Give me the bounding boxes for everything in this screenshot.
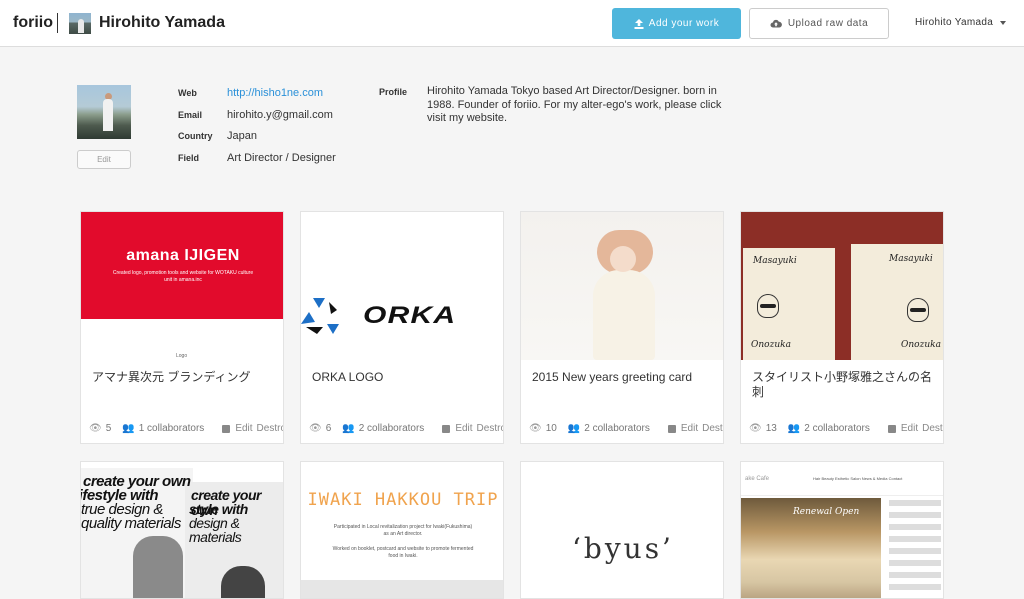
collaborator-count: 1 collaborators <box>138 423 205 434</box>
user-menu-dropdown[interactable]: Hirohito Yamada <box>915 17 1007 28</box>
caret-down-icon <box>1000 20 1007 25</box>
thumbnail-title: IWAKI HAKKOU TRIP <box>307 490 499 510</box>
edit-icon <box>222 424 231 433</box>
work-card[interactable]: ake Cafe Hair Beauty Esthetic Salon News… <box>740 461 944 599</box>
header-user-name[interactable]: Hirohito Yamada <box>99 14 225 32</box>
upload-icon <box>634 18 644 29</box>
email-label: Email <box>178 110 203 120</box>
thumbnail-footer: Logo <box>176 353 188 359</box>
field-value: Art Director / Designer <box>227 152 336 164</box>
cloud-upload-icon <box>770 19 782 28</box>
thumbnail-text-4: quality materials <box>81 515 181 532</box>
thumbnail-nav: Hair Beauty Esthetic Salon News & Media … <box>813 476 903 481</box>
card-name-bottom-right: Onozuka <box>901 340 941 350</box>
work-card[interactable]: 2015 New years greeting card 👁 10 👥 2 co… <box>520 211 724 444</box>
destroy-link[interactable]: Destroy <box>477 423 503 434</box>
collaborator-count: 2 collaborators <box>804 423 870 434</box>
work-thumbnail[interactable]: ake Cafe Hair Beauty Esthetic Salon News… <box>741 462 943 598</box>
add-your-work-button[interactable]: Add your work <box>612 8 741 39</box>
work-meta: 👁 13 👥 2 collaborators Edit Destroy <box>749 423 943 434</box>
add-your-work-label: Add your work <box>648 18 720 29</box>
work-thumbnail[interactable] <box>521 212 723 360</box>
thumbnail-title: amana IJIGEN <box>126 247 240 264</box>
users-icon: 👥 <box>122 423 135 434</box>
work-title[interactable]: スタイリスト小野塚雅之さんの名刺 <box>752 370 938 400</box>
edit-icon <box>442 424 451 433</box>
edit-link[interactable]: Edit <box>681 423 698 434</box>
thumbnail-title: ORKA <box>363 302 457 329</box>
work-card[interactable]: create your own lifestyle with true desi… <box>80 461 284 599</box>
field-label: Field <box>178 153 200 163</box>
header-divider <box>57 13 58 33</box>
website-link[interactable]: http://hisho1ne.com <box>227 87 323 99</box>
work-card[interactable]: IWAKI HAKKOU TRIP Participated in Local … <box>300 461 504 599</box>
card-name-top: Masayuki <box>753 256 797 266</box>
thumbnail-caption-2: Worked on booklet, postcard and website … <box>332 546 474 559</box>
work-thumbnail[interactable]: IWAKI HAKKOU TRIP Participated in Local … <box>301 462 503 598</box>
edit-link[interactable]: Edit <box>235 423 252 434</box>
thumbnail-caption: Created logo, promotion tools and websit… <box>112 270 254 283</box>
card-name-top-right: Masayuki <box>889 254 933 264</box>
work-card[interactable]: ORKA ORKA LOGO 👁 6 👥 2 collaborators Edi… <box>300 211 504 444</box>
work-card[interactable]: Masayuki Onozuka Masayuki Onozuka スタイリスト… <box>740 211 944 444</box>
thumbnail-banner: Renewal Open <box>793 507 860 517</box>
work-thumbnail[interactable]: amana IJIGEN Created logo, promotion too… <box>81 212 283 360</box>
view-count: 13 <box>765 423 777 434</box>
users-icon: 👥 <box>567 423 581 434</box>
collaborator-count: 2 collaborators <box>584 423 650 434</box>
users-icon: 👥 <box>787 423 801 434</box>
country-value: Japan <box>227 130 257 142</box>
users-icon: 👥 <box>342 423 355 434</box>
view-count: 6 <box>325 423 332 434</box>
work-title[interactable]: アマナ異次元 ブランディング <box>92 370 278 385</box>
work-meta: 👁 5 👥 1 collaborators Edit Destroy <box>89 423 283 434</box>
country-label: Country <box>178 131 213 141</box>
user-menu-label: Hirohito Yamada <box>915 17 994 28</box>
work-card[interactable]: ‘byus’ <box>520 461 724 599</box>
view-count: 5 <box>105 423 112 434</box>
upload-raw-data-label: Upload raw data <box>787 18 869 29</box>
edit-icon <box>667 424 676 433</box>
orka-mark-icon <box>301 298 339 334</box>
header-avatar[interactable] <box>69 13 91 34</box>
profile-description: Hirohito Yamada Tokyo based Art Director… <box>427 85 722 124</box>
thumbnail-caption: Participated in Local revitalization pro… <box>333 524 473 537</box>
collaborator-count: 2 collaborators <box>358 423 425 434</box>
work-card[interactable]: amana IJIGEN Created logo, promotion too… <box>80 211 284 444</box>
eye-icon: 👁 <box>89 423 102 434</box>
top-header: foriio Hirohito Yamada Add your work Upl… <box>0 0 1024 47</box>
profile-avatar <box>77 85 131 139</box>
email-value: hirohito.y@gmail.com <box>227 109 333 121</box>
destroy-link[interactable]: Destroy <box>257 423 283 434</box>
upload-raw-data-button[interactable]: Upload raw data <box>749 8 889 39</box>
work-title[interactable]: ORKA LOGO <box>312 370 498 385</box>
edit-profile-button[interactable]: Edit <box>77 150 131 169</box>
edit-link[interactable]: Edit <box>901 423 918 434</box>
profile-label: Profile <box>379 87 408 97</box>
work-meta: 👁 6 👥 2 collaborators Edit Destroy <box>309 423 503 434</box>
work-meta: 👁 10 👥 2 collaborators Edit Destroy <box>529 423 723 434</box>
thumbnail-title: ‘byus’ <box>572 532 674 565</box>
view-count: 10 <box>545 423 557 434</box>
brand-logo[interactable]: foriio <box>13 14 53 32</box>
work-thumbnail[interactable]: Masayuki Onozuka Masayuki Onozuka <box>741 212 943 360</box>
edit-link[interactable]: Edit <box>455 423 472 434</box>
eye-icon: 👁 <box>309 423 322 434</box>
work-title[interactable]: 2015 New years greeting card <box>532 370 718 385</box>
destroy-link[interactable]: Destroy <box>702 423 723 434</box>
work-thumbnail[interactable]: ‘byus’ <box>521 462 723 598</box>
work-thumbnail[interactable]: create your own lifestyle with true desi… <box>81 462 283 598</box>
card-name-bottom: Onozuka <box>751 340 791 350</box>
eye-icon: 👁 <box>749 423 762 434</box>
edit-icon <box>887 424 896 433</box>
thumbnail-logo: ake Cafe <box>745 476 770 482</box>
thumbnail-text-b4: materials <box>189 529 242 545</box>
eye-icon: 👁 <box>529 423 542 434</box>
work-thumbnail[interactable]: ORKA <box>301 212 503 360</box>
destroy-link[interactable]: Destroy <box>922 423 943 434</box>
web-label: Web <box>178 88 197 98</box>
